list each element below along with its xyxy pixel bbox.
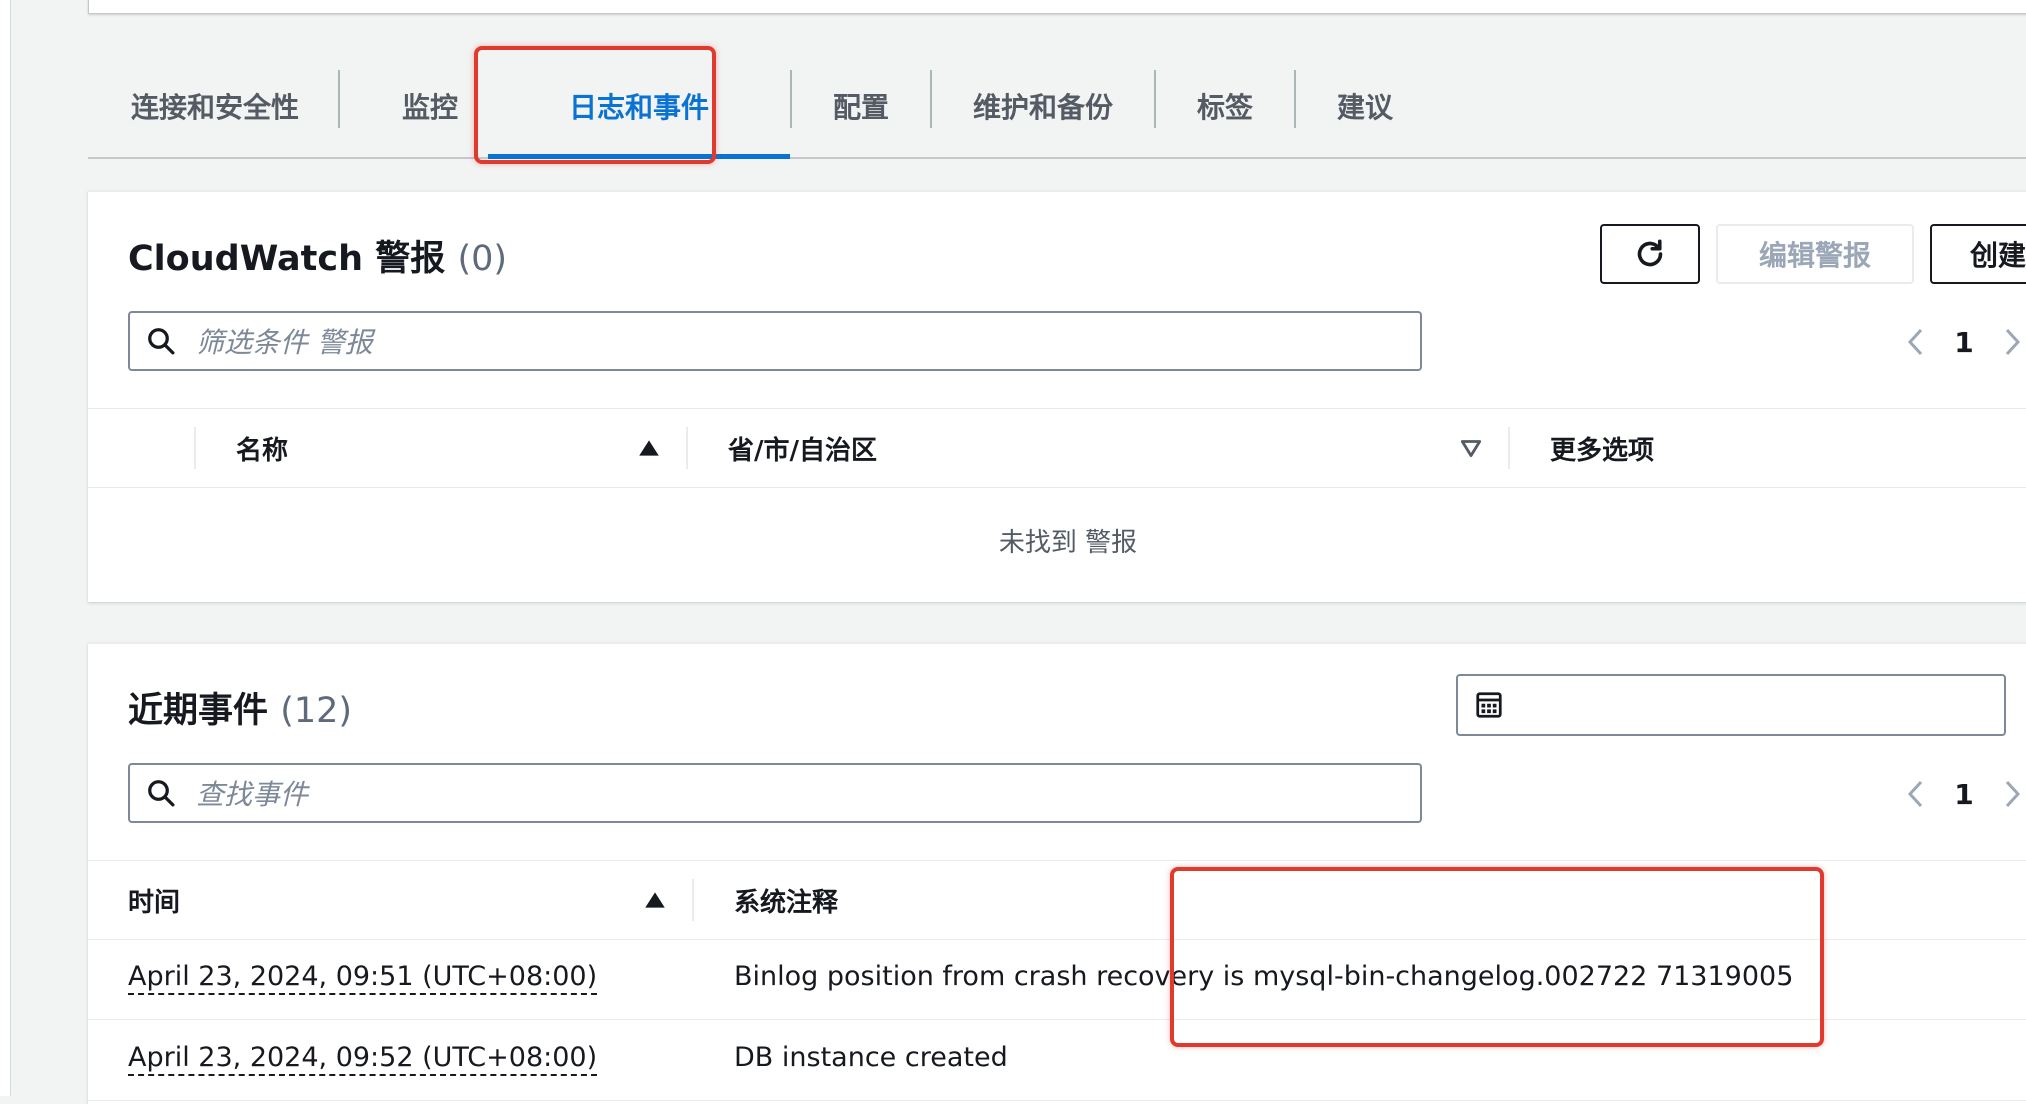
alarms-filter-box[interactable]: [128, 311, 1422, 371]
create-alarm-button[interactable]: 创建: [1930, 224, 2026, 284]
event-message: Binlog position from crash recovery is m…: [734, 961, 1794, 992]
column-divider: [686, 427, 688, 469]
recent-events-card: 近期事件 (12) 1 时间 系统注释 April 23, 2024: [88, 643, 2026, 1104]
alarms-filter-input[interactable]: [194, 319, 1398, 365]
date-range-picker[interactable]: [1456, 674, 2006, 736]
search-icon: [148, 328, 175, 355]
events-pagination: 1: [1896, 769, 2026, 819]
sort-ascending-icon[interactable]: [636, 435, 662, 461]
events-table-header: 时间 系统注释: [88, 860, 2026, 940]
tab-divider: [338, 70, 340, 128]
column-header-region[interactable]: 省/市/自治区: [728, 409, 877, 487]
cloudwatch-alarms-card: CloudWatch 警报 (0) 编辑警报 创建 1 名称 省/市/自治区: [88, 191, 2026, 602]
alarms-empty-message: 未找到 警报: [998, 528, 1138, 558]
calendar-icon: [1476, 692, 1502, 718]
alarms-table-header: 名称 省/市/自治区 更多选项: [88, 408, 2026, 488]
alarms-title-text: CloudWatch 警报: [128, 239, 446, 279]
tab-maintenance-backups[interactable]: 维护和备份: [950, 55, 1136, 157]
sort-descending-icon[interactable]: [1458, 435, 1484, 461]
summary-card-edge: [88, 0, 2026, 14]
events-search-input[interactable]: [194, 771, 1398, 817]
tab-bar: 连接和安全性 监控 日志和事件 配置 维护和备份 标签 建议: [88, 55, 2026, 159]
search-icon: [148, 780, 175, 807]
event-time[interactable]: April 23, 2024, 09:52 (UTC+08:00): [128, 1042, 598, 1076]
tab-logs-events[interactable]: 日志和事件: [488, 55, 790, 159]
sort-ascending-icon[interactable]: [642, 887, 668, 913]
alarms-title: CloudWatch 警报 (0): [128, 230, 507, 281]
events-search-box[interactable]: [128, 763, 1422, 823]
events-title-text: 近期事件: [128, 691, 269, 731]
chevron-right-icon: [2005, 328, 2021, 356]
tab-recommendations[interactable]: 建议: [1314, 55, 1416, 157]
events-count: (12): [280, 691, 353, 731]
event-time[interactable]: April 23, 2024, 09:51 (UTC+08:00): [128, 961, 598, 995]
events-page-number[interactable]: 1: [1936, 778, 1992, 811]
tab-monitoring[interactable]: 监控: [380, 55, 480, 157]
chevron-left-icon: [1907, 328, 1923, 356]
refresh-button[interactable]: [1600, 224, 1700, 284]
tab-tags[interactable]: 标签: [1174, 55, 1276, 157]
alarms-pagination: 1: [1896, 317, 2026, 367]
refresh-icon: [1637, 239, 1663, 267]
tab-divider: [930, 70, 932, 128]
event-row: April 23, 2024, 09:51 (UTC+08:00) Binlog…: [88, 939, 2026, 1020]
column-header-more-options[interactable]: 更多选项: [1550, 409, 1654, 487]
tab-configuration[interactable]: 配置: [810, 55, 912, 157]
tab-divider: [1294, 70, 1296, 128]
tab-connectivity-security[interactable]: 连接和安全性: [130, 55, 300, 157]
events-title: 近期事件 (12): [128, 682, 352, 733]
column-divider: [1508, 427, 1510, 469]
event-message: DB instance created: [734, 1042, 1008, 1073]
alarms-page-number[interactable]: 1: [1936, 326, 1992, 359]
column-header-name[interactable]: 名称: [236, 409, 288, 487]
tab-divider: [790, 70, 792, 128]
edit-alarms-button[interactable]: 编辑警报: [1716, 224, 1914, 284]
column-header-time[interactable]: 时间: [128, 861, 180, 939]
left-rail: [0, 0, 11, 1096]
chevron-left-icon: [1907, 780, 1923, 808]
column-header-system-notes[interactable]: 系统注释: [734, 861, 838, 939]
column-divider: [194, 427, 196, 469]
tab-divider: [1154, 70, 1156, 128]
next-page-button[interactable]: [1992, 774, 2026, 814]
chevron-right-icon: [2005, 780, 2021, 808]
alarms-count: (0): [457, 239, 508, 279]
column-divider: [692, 879, 694, 921]
next-page-button[interactable]: [1992, 322, 2026, 362]
event-row: April 23, 2024, 09:52 (UTC+08:00) DB ins…: [88, 1020, 2026, 1101]
prev-page-button[interactable]: [1896, 322, 1936, 362]
prev-page-button[interactable]: [1896, 774, 1936, 814]
